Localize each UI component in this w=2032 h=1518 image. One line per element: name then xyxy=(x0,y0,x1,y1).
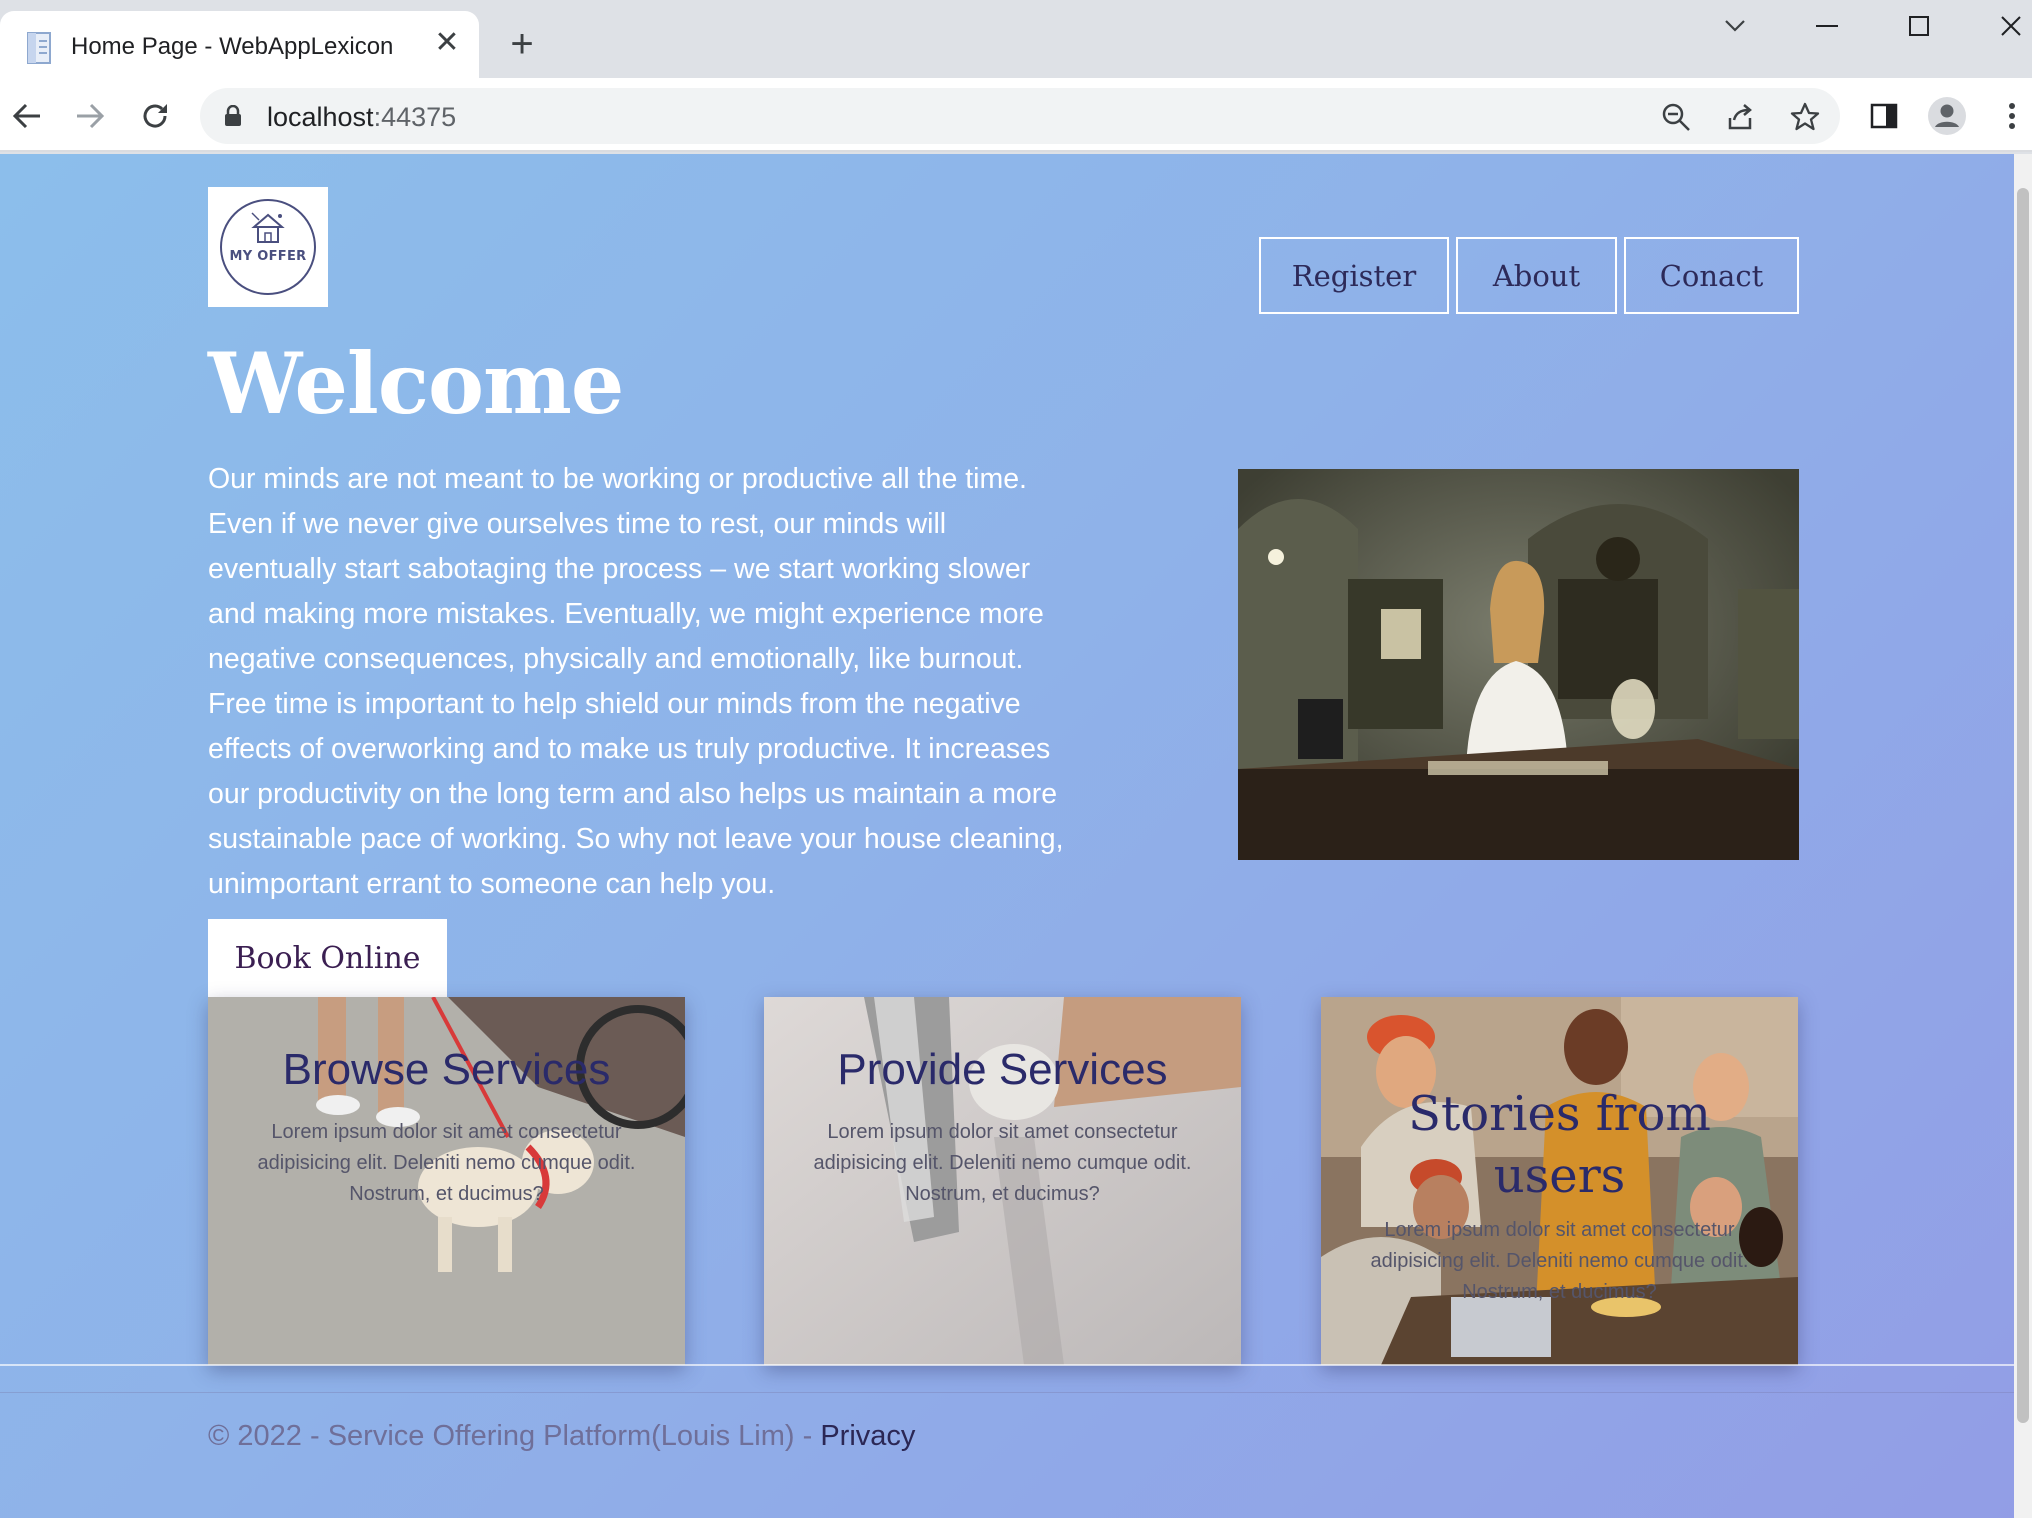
browser-menu-button[interactable] xyxy=(1990,94,2032,138)
side-panel-button[interactable] xyxy=(1862,94,1906,138)
zoom-button[interactable] xyxy=(1659,100,1693,134)
url-text[interactable]: localhost:44375 xyxy=(267,102,456,133)
close-icon xyxy=(2001,16,2021,36)
nav-about-button[interactable]: About xyxy=(1456,237,1617,314)
maximize-icon xyxy=(1909,16,1929,36)
footer: © 2022 - Service Offering Platform(Louis… xyxy=(208,1420,915,1453)
nav-contact-button[interactable]: Conact xyxy=(1624,237,1799,314)
card-text: Lorem ipsum dolor sit amet consectetur a… xyxy=(257,1121,636,1205)
card-text: Lorem ipsum dolor sit amet consectetur a… xyxy=(1370,1219,1749,1303)
browser-toolbar: localhost:44375 xyxy=(0,78,2032,152)
tab-close-icon[interactable]: ✕ xyxy=(430,26,464,60)
card-title: Browse Services xyxy=(282,1045,611,1094)
side-panel-icon xyxy=(1870,103,1898,129)
more-vert-icon xyxy=(2009,103,2015,129)
minimize-icon xyxy=(1816,25,1838,27)
browser-tab[interactable]: Home Page - WebAppLexicon ✕ xyxy=(0,11,479,78)
lock-icon[interactable] xyxy=(224,105,242,127)
url-port: :44375 xyxy=(373,102,457,132)
back-button[interactable] xyxy=(5,94,49,138)
tab-strip: Home Page - WebAppLexicon ✕ + xyxy=(0,0,2032,78)
reload-icon xyxy=(143,104,167,128)
provide-services-card[interactable]: Provide Services Lorem ipsum dolor sit a… xyxy=(764,997,1241,1365)
scrollbar-thumb[interactable] xyxy=(2017,188,2029,1423)
nav-register-button[interactable]: Register xyxy=(1259,237,1449,314)
star-icon xyxy=(1790,102,1820,131)
browse-services-card[interactable]: Browse Services Lorem ipsum dolor sit am… xyxy=(208,997,685,1365)
share-icon xyxy=(1728,104,1752,130)
stories-card[interactable]: Stories from users Lorem ipsum dolor sit… xyxy=(1321,997,1798,1365)
footer-copyright: © 2022 - Service Offering Platform(Louis… xyxy=(208,1420,821,1452)
reload-button[interactable] xyxy=(133,94,177,138)
minimize-button[interactable] xyxy=(1792,0,1862,52)
page-favicon-icon xyxy=(27,32,51,64)
card-text: Lorem ipsum dolor sit amet consectetur a… xyxy=(813,1121,1192,1205)
tab-title: Home Page - WebAppLexicon xyxy=(71,33,394,60)
footer-divider xyxy=(0,1364,2014,1366)
zoom-out-icon xyxy=(1662,103,1690,131)
forward-button[interactable] xyxy=(68,94,112,138)
page-title: Welcome xyxy=(208,334,624,433)
card-title: Stories from users xyxy=(1408,1086,1711,1204)
house-icon xyxy=(251,212,285,243)
intro-paragraph: Our minds are not meant to be working or… xyxy=(208,463,1064,900)
profile-button[interactable] xyxy=(1925,94,1969,138)
logo-text: MY OFFER xyxy=(229,249,307,264)
address-bar[interactable]: localhost:44375 xyxy=(200,88,1840,144)
url-host: localhost xyxy=(267,102,374,132)
vertical-scrollbar[interactable] xyxy=(2014,154,2032,1518)
card-title: Provide Services xyxy=(837,1045,1168,1094)
footer-divider xyxy=(0,1392,2014,1393)
book-online-button[interactable]: Book Online xyxy=(208,919,447,997)
arrow-left-icon xyxy=(12,103,40,129)
privacy-link[interactable]: Privacy xyxy=(820,1420,915,1452)
page-content: MY OFFER Register About Conact Welcome O… xyxy=(0,154,2032,1518)
chevron-down-icon xyxy=(1725,20,1745,32)
maximize-button[interactable] xyxy=(1884,0,1954,52)
close-window-button[interactable] xyxy=(1976,0,2032,52)
avatar-icon xyxy=(1928,97,1966,135)
new-tab-button[interactable]: + xyxy=(502,24,542,64)
hero-photo xyxy=(1238,469,1799,860)
bookmark-button[interactable] xyxy=(1788,100,1822,134)
tab-search-button[interactable] xyxy=(1700,0,1770,52)
site-logo[interactable]: MY OFFER xyxy=(208,187,328,307)
arrow-right-icon xyxy=(77,103,105,129)
share-button[interactable] xyxy=(1724,100,1758,134)
